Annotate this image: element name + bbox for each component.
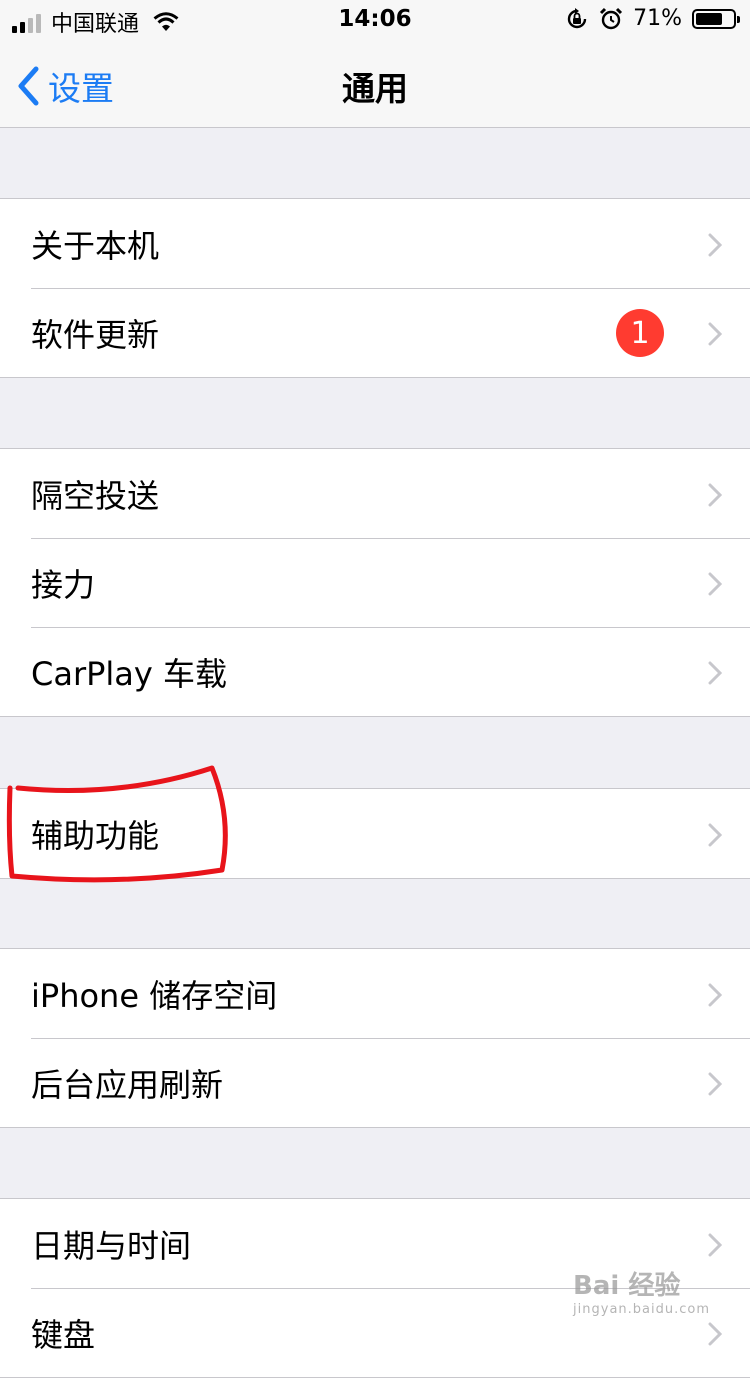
chevron-right-icon bbox=[708, 572, 722, 596]
chevron-right-icon bbox=[708, 322, 722, 346]
row-label: 辅助功能 bbox=[31, 816, 160, 855]
row-label: 隔空投送 bbox=[31, 476, 160, 515]
chevron-right-icon bbox=[708, 1072, 722, 1096]
chevron-right-icon bbox=[708, 1322, 722, 1346]
chevron-right-icon bbox=[708, 661, 722, 685]
notification-badge: 1 bbox=[616, 309, 664, 357]
settings-row-accessibility[interactable]: 辅助功能 bbox=[0, 789, 750, 878]
navigation-bar: 设置 通用 bbox=[0, 40, 750, 128]
settings-row-carplay[interactable]: CarPlay 车载 bbox=[0, 627, 750, 716]
watermark: Bai 经验 jingyan.baidu.com bbox=[573, 1265, 710, 1317]
chevron-right-icon bbox=[708, 233, 722, 257]
row-label: 键盘 bbox=[31, 1315, 96, 1354]
battery-percent: 71% bbox=[633, 6, 682, 31]
settings-row-iphone-storage[interactable]: iPhone 储存空间 bbox=[0, 949, 750, 1038]
settings-row-software-update[interactable]: 软件更新 1 bbox=[0, 288, 750, 377]
row-label: 日期与时间 bbox=[31, 1226, 192, 1265]
chevron-right-icon bbox=[708, 483, 722, 507]
settings-row-background-refresh[interactable]: 后台应用刷新 bbox=[0, 1038, 750, 1127]
watermark-url: jingyan.baidu.com bbox=[573, 1302, 710, 1317]
chevron-right-icon bbox=[708, 983, 722, 1007]
chevron-right-icon bbox=[708, 1233, 722, 1257]
watermark-logo: Bai 经验 bbox=[573, 1271, 681, 1301]
status-right: 71% bbox=[565, 6, 740, 31]
row-label: CarPlay 车载 bbox=[31, 654, 228, 693]
row-label: iPhone 储存空间 bbox=[31, 976, 278, 1015]
status-bar: 中国联通 14:06 71% bbox=[0, 0, 750, 40]
row-label: 关于本机 bbox=[31, 226, 160, 265]
orientation-lock-icon bbox=[567, 7, 587, 28]
settings-row-airdrop[interactable]: 隔空投送 bbox=[0, 449, 750, 538]
chevron-right-icon bbox=[708, 823, 722, 847]
alarm-icon bbox=[600, 7, 623, 29]
settings-group-about: 关于本机 软件更新 1 bbox=[0, 198, 750, 378]
row-label: 接力 bbox=[31, 565, 96, 604]
battery-fill bbox=[696, 12, 722, 25]
page-title: 通用 bbox=[342, 69, 408, 108]
settings-group-storage: iPhone 储存空间 后台应用刷新 bbox=[0, 948, 750, 1128]
settings-row-about[interactable]: 关于本机 bbox=[0, 199, 750, 288]
row-label: 后台应用刷新 bbox=[31, 1065, 224, 1104]
settings-row-handoff[interactable]: 接力 bbox=[0, 538, 750, 627]
settings-group-connectivity: 隔空投送 接力 CarPlay 车载 bbox=[0, 448, 750, 717]
settings-group-accessibility: 辅助功能 bbox=[0, 788, 750, 879]
battery-icon bbox=[692, 8, 740, 29]
row-label: 软件更新 bbox=[31, 315, 160, 354]
